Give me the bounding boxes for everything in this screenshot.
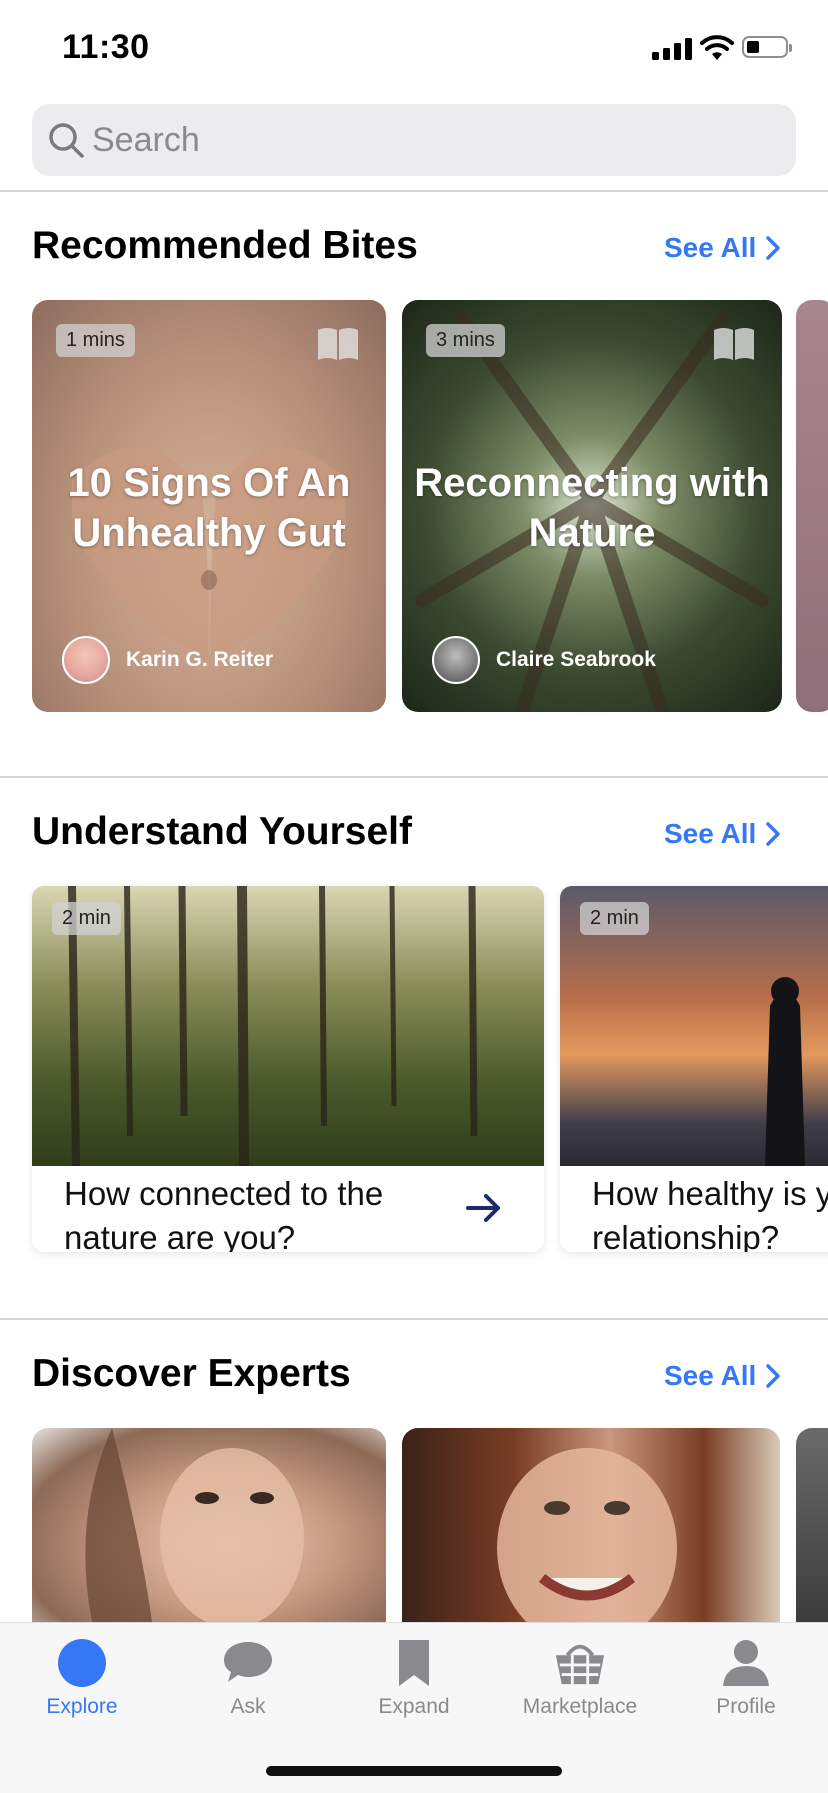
search-input[interactable] (92, 104, 772, 176)
compass-icon (56, 1637, 108, 1689)
avatar (432, 636, 480, 684)
search-icon (49, 123, 84, 158)
author-name: Karin G. Reiter (126, 648, 274, 671)
home-indicator[interactable] (266, 1766, 562, 1776)
chat-bubble-icon (222, 1637, 274, 1689)
book-icon[interactable] (712, 326, 756, 362)
expert-photo (497, 1448, 677, 1622)
bite-card[interactable]: 3 mins Reconnecting with Nature Claire S… (402, 300, 782, 712)
battery-icon (742, 36, 792, 58)
expert-card[interactable] (32, 1428, 386, 1622)
cellular-signal-icon (652, 38, 692, 60)
book-icon[interactable] (316, 326, 360, 362)
chevron-right-icon (766, 1364, 781, 1388)
bite-card[interactable]: 1 mins 10 Signs Of An Unhealthy Gut Kari… (32, 300, 386, 712)
tab-profile[interactable]: Profile (676, 1637, 816, 1719)
tab-label: Explore (46, 1695, 118, 1718)
tab-expand[interactable]: Expand (344, 1637, 484, 1719)
duration-badge: 2 min (580, 902, 649, 935)
bookmark-icon (388, 1637, 440, 1689)
basket-icon (554, 1637, 606, 1689)
see-all-label: See All (664, 1360, 757, 1391)
section-title-recommended: Recommended Bites (32, 224, 418, 267)
expert-card-partial[interactable] (796, 1428, 828, 1622)
duration-badge: 2 min (52, 902, 121, 935)
bite-title: Reconnecting with Nature (414, 461, 770, 555)
see-all-recommended-link[interactable]: See All (664, 232, 781, 264)
author-row[interactable]: Karin G. Reiter (62, 636, 273, 684)
author-row[interactable]: Claire Seabrook (432, 636, 656, 684)
search-bar[interactable] (32, 104, 796, 176)
wifi-icon (700, 35, 734, 60)
chevron-right-icon (766, 822, 781, 846)
see-all-understand-link[interactable]: See All (664, 818, 781, 850)
duration-badge: 3 mins (426, 324, 505, 357)
tab-marketplace[interactable]: Marketplace (510, 1637, 650, 1719)
tab-ask[interactable]: Ask (178, 1637, 318, 1719)
chevron-right-icon (766, 236, 781, 260)
section-title-understand: Understand Yourself (32, 810, 412, 853)
avatar (62, 636, 110, 684)
section-title-experts: Discover Experts (32, 1352, 351, 1395)
divider (0, 1318, 828, 1320)
expert-photo (85, 1428, 304, 1622)
status-time: 11:30 (62, 28, 150, 66)
divider (0, 776, 828, 778)
see-all-label: See All (664, 818, 757, 849)
quiz-card[interactable]: 2 min How healthy is y relationship? (560, 886, 828, 1252)
expert-card[interactable] (402, 1428, 780, 1622)
quiz-question: How healthy is y relationship? (592, 1175, 828, 1252)
author-name: Claire Seabrook (496, 648, 656, 671)
bite-title: 10 Signs Of An Unhealthy Gut (67, 461, 351, 555)
person-icon (720, 1637, 772, 1689)
tab-label: Ask (230, 1695, 266, 1718)
see-all-label: See All (664, 232, 757, 263)
duration-badge: 1 mins (56, 324, 135, 357)
tab-label: Marketplace (522, 1695, 638, 1718)
bite-card-partial[interactable] (796, 300, 828, 712)
tab-label: Profile (716, 1695, 776, 1718)
tab-label: Expand (378, 1695, 450, 1718)
tab-explore[interactable]: Explore (12, 1637, 152, 1719)
quiz-card[interactable]: 2 min How connected to the nature are yo… (32, 886, 544, 1252)
divider (0, 190, 828, 192)
quiz-question: How connected to the nature are you? (64, 1175, 384, 1252)
see-all-experts-link[interactable]: See All (664, 1360, 781, 1392)
arrow-right-icon[interactable] (464, 1188, 504, 1228)
